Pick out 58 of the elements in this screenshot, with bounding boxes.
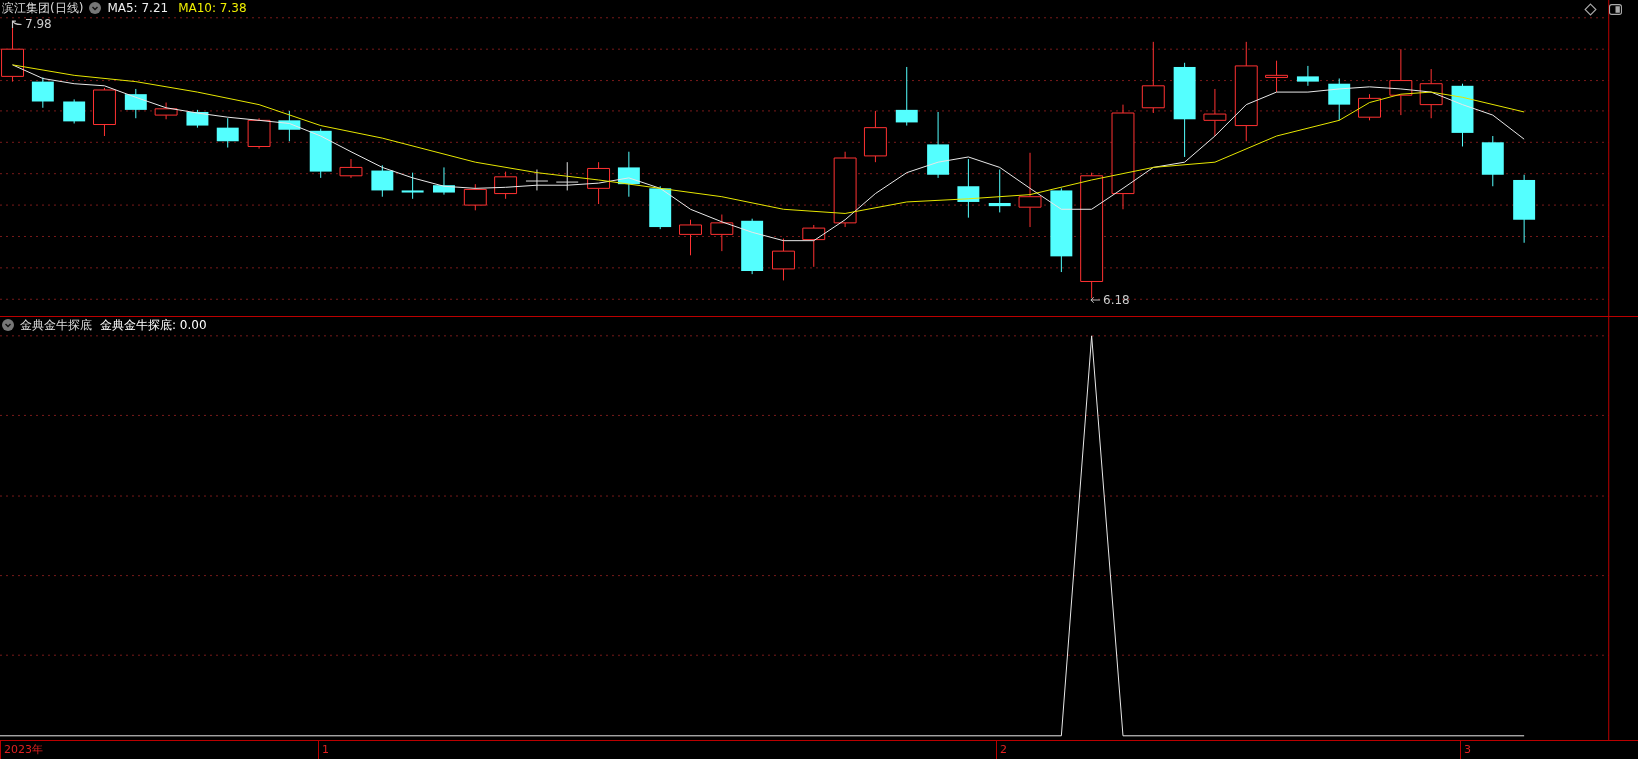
low-price-label: 6.18 [1103,293,1130,307]
candlestick [988,169,1011,213]
candlestick [587,161,611,205]
axis-label: 2 [1000,743,1007,756]
candlestick [339,158,363,179]
candlestick [278,110,301,142]
ma5-value: MA5: 7.21 [107,0,169,16]
indicator-value: 金典金牛探底: 0.00 [100,317,207,333]
panel-toggle-icon[interactable] [1609,3,1622,16]
axis-label: 3 [1464,743,1471,756]
candlestick [1419,68,1443,119]
diamond-icon[interactable] [1584,3,1597,16]
candlestick [895,66,918,127]
candlestick [1389,48,1413,116]
chevron-down-icon[interactable] [2,319,14,331]
candlestick [1513,174,1536,244]
candlestick [216,117,239,149]
high-price-label: 7.98 [25,17,52,31]
candlestick [1481,135,1504,187]
candlestick [525,169,549,191]
left-arrow-icon [1090,296,1101,304]
chevron-down-icon[interactable] [89,2,102,14]
candlestick [927,111,950,179]
candlestick [1296,65,1319,87]
ma10-value: MA10: 7.38 [178,0,247,16]
candlestick [494,171,518,200]
stock-title: 滨江集团(日线) [2,0,84,16]
candlestick [863,110,887,163]
candlestick [1451,83,1474,147]
candlestick [1328,78,1351,121]
candlestick [433,166,455,196]
candlestick [649,185,672,230]
axis-label: 1 [322,743,329,756]
candlestick [555,161,579,191]
axis-label: 2023年 [4,743,43,756]
candlestick [772,238,795,281]
candlestick [1203,88,1227,137]
candlestick [802,224,826,268]
candlestick [617,151,640,198]
candlestick [1265,60,1288,93]
candlestick [957,158,980,219]
candlestick [463,183,487,211]
candlestick [401,172,424,200]
candlestick [154,102,178,120]
candlestick [371,164,394,198]
indicator-name: 金典金牛探底 [20,317,92,333]
candlestick [31,76,54,109]
candlestick [124,88,147,119]
candlestick [63,98,86,124]
candlestick [741,218,764,275]
candlestick [309,128,332,179]
candlestick [1358,93,1381,121]
candlestick [679,219,702,256]
candlestick [186,109,209,129]
arrow-icon [11,19,23,29]
candlestick [93,87,116,137]
candlestick [710,214,734,252]
candlestick [247,117,271,150]
